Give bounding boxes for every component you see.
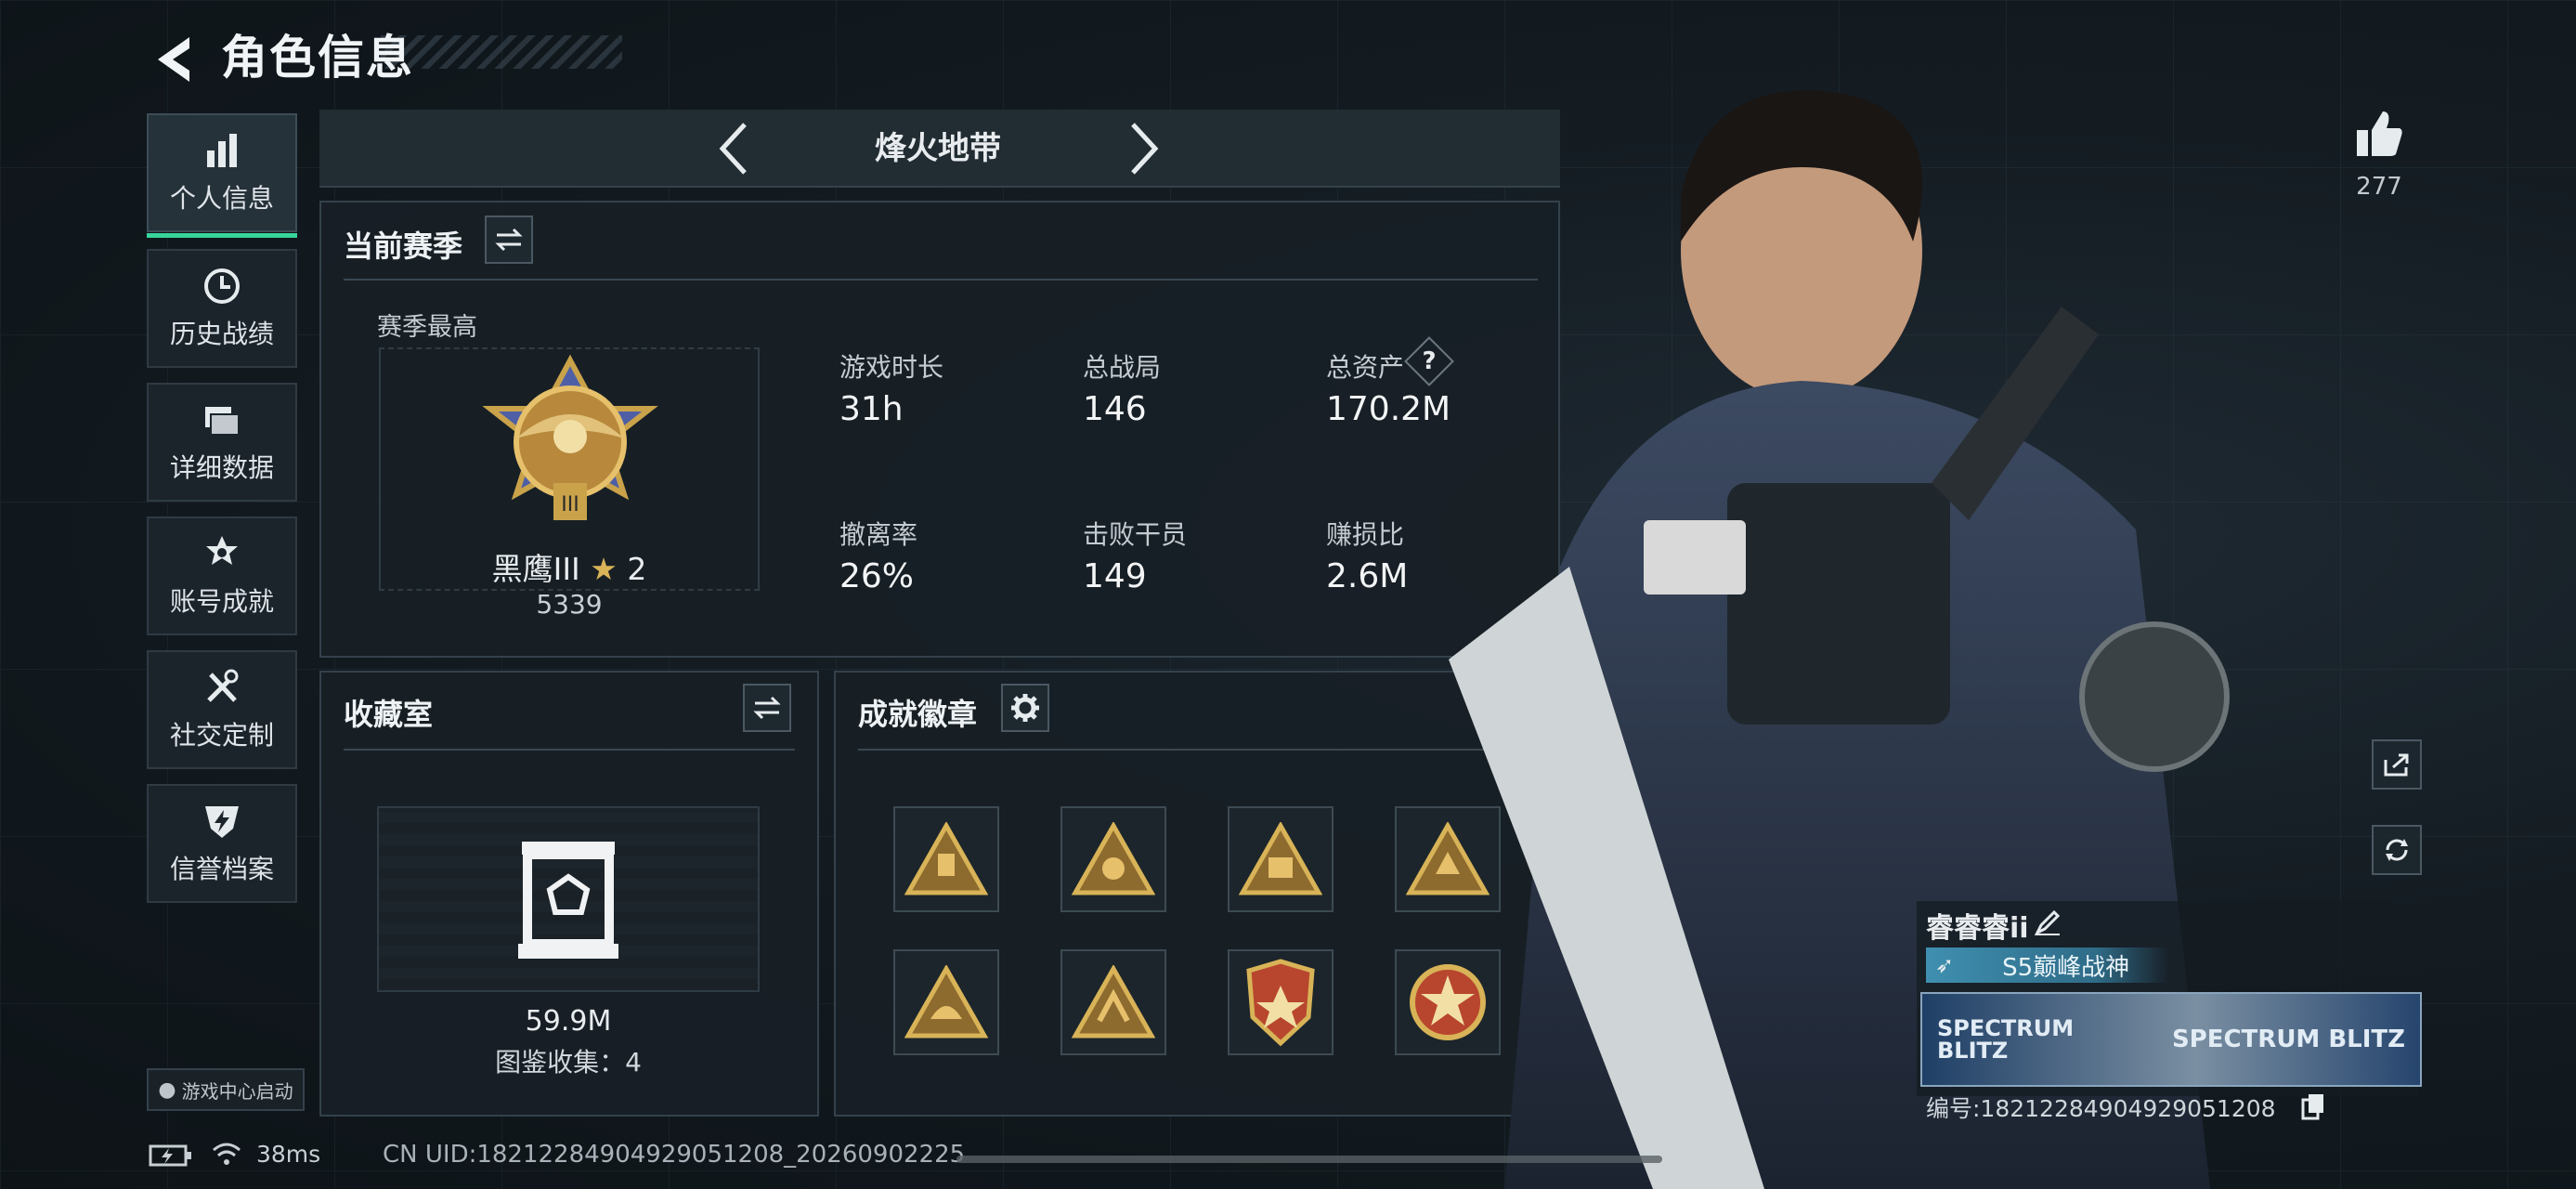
sidebar-item-label: 信誉档案: [169, 854, 274, 884]
season-best-label: 赛季最高: [377, 313, 477, 342]
shield-badge-icon: [1246, 959, 1315, 1047]
stat-kills-value: 149: [1083, 557, 1147, 595]
season-title: 当前赛季: [344, 229, 463, 264]
share-button[interactable]: [2372, 739, 2422, 790]
stat-playtime-value: 31h: [839, 390, 904, 428]
chevron-right-icon[interactable]: [1125, 121, 1163, 176]
stat-playtime-label: 游戏时长: [839, 352, 944, 383]
tools-icon: [207, 669, 239, 702]
achievement-badge[interactable]: [1060, 806, 1166, 912]
medal-icon: [206, 536, 238, 565]
swap-season-button[interactable]: [485, 216, 533, 264]
svg-text:III: III: [561, 493, 579, 516]
player-id: 编号:18212284904929051208: [1926, 1095, 2276, 1122]
achievement-badge[interactable]: [893, 806, 999, 912]
mode-label: 烽火地带: [875, 130, 1001, 167]
stat-kills-label: 击败干员: [1083, 519, 1188, 550]
achievement-title: 成就徽章: [858, 697, 978, 732]
achievement-badge[interactable]: [893, 949, 999, 1055]
achievement-badge[interactable]: [1228, 806, 1334, 912]
sidebar-item-social[interactable]: 社交定制: [147, 650, 297, 769]
sidebar-item-detailed-data[interactable]: 详细数据: [147, 383, 297, 502]
folder-icon: [205, 407, 240, 436]
triangle-badge-icon: [904, 822, 988, 895]
player-banner[interactable]: SPECTRUM BLITZ SPECTRUM BLITZ: [1920, 992, 2422, 1087]
battery-icon: [149, 1144, 191, 1167]
like-count: 277: [2356, 173, 2402, 201]
sidebar-item-label: 账号成就: [169, 586, 274, 617]
back-arrow-icon[interactable]: [149, 32, 204, 87]
player-title: S5巅峰战神: [2002, 953, 2130, 982]
stat-extract-rate-label: 撤离率: [839, 519, 918, 550]
home-indicator[interactable]: [956, 1156, 1662, 1163]
triangle-badge-icon: [904, 965, 988, 1039]
sidebar-item-history[interactable]: 历史战绩: [147, 249, 297, 368]
catalog-count: 图鉴收集：4: [495, 1047, 642, 1078]
title-decoration: [381, 35, 622, 69]
triangle-badge-icon: [1239, 822, 1322, 895]
star-icon: ★: [590, 551, 618, 587]
page-title: 角色信息: [221, 31, 414, 85]
swap-icon: [753, 696, 781, 720]
stat-assets-label: 总资产: [1326, 352, 1405, 383]
game-center-launch-button[interactable]: ● 游戏中心启动: [147, 1068, 305, 1111]
stat-profit-ratio-label: 赚损比: [1326, 519, 1405, 550]
sidebar-item-label: 历史战绩: [169, 319, 274, 349]
achievement-badge[interactable]: [1228, 949, 1334, 1055]
share-icon: [2384, 753, 2409, 777]
stat-matches-value: 146: [1083, 390, 1147, 428]
collection-title: 收藏室: [344, 697, 434, 732]
stat-profit-ratio-value: 2.6M: [1326, 557, 1409, 595]
ping-value: 38ms: [256, 1141, 321, 1168]
stat-matches-label: 总战局: [1083, 352, 1162, 383]
wifi-icon: [213, 1143, 241, 1165]
rank-points: 5339: [536, 589, 603, 620]
banner-text-left: SPECTRUM BLITZ: [1937, 1015, 2075, 1064]
clock-icon: [204, 268, 240, 304]
achievement-settings-button[interactable]: [1001, 684, 1049, 732]
shield-lightning-icon: [205, 806, 239, 838]
sidebar-item-label: 社交定制: [169, 720, 274, 751]
chevron-left-icon[interactable]: [715, 121, 752, 176]
swap-icon: [495, 228, 523, 252]
sidebar-item-reputation[interactable]: 信誉档案: [147, 784, 297, 903]
gear-icon: [1011, 694, 1039, 722]
refresh-button[interactable]: [2372, 825, 2422, 875]
stat-assets-value: 170.2M: [1326, 390, 1451, 428]
refresh-icon: [2386, 839, 2408, 861]
display-case-icon: [518, 842, 618, 959]
swap-collection-button[interactable]: [743, 684, 791, 732]
copy-icon[interactable]: [2301, 1092, 2327, 1120]
rank-emblem-icon: III: [482, 354, 658, 520]
player-title-bar: ➶ S5巅峰战神: [1926, 947, 2169, 983]
edit-icon[interactable]: [2034, 908, 2062, 936]
collection-value: 59.9M: [525, 1005, 612, 1038]
sidebar-item-achievements[interactable]: 账号成就: [147, 516, 297, 635]
player-name: 睿睿睿ii: [1926, 912, 2029, 945]
banner-text-right: SPECTRUM BLITZ: [2171, 1026, 2405, 1053]
sidebar-item-label: 详细数据: [169, 452, 274, 483]
uid-line: CN UID:18212284904929051208_20260902225: [383, 1141, 966, 1169]
game-center-label: 游戏中心启动: [181, 1079, 293, 1103]
help-icon: ?: [1422, 347, 1437, 375]
triangle-badge-icon: [1072, 965, 1155, 1039]
thumbs-up-icon[interactable]: [2353, 108, 2405, 160]
sidebar-item-personal-info[interactable]: 个人信息: [147, 113, 297, 238]
achievement-badge[interactable]: [1060, 949, 1166, 1055]
sniper-icon: ➶: [1935, 952, 1955, 978]
rank-name: 黑鹰III ★ 2: [491, 551, 647, 587]
sidebar-item-label: 个人信息: [169, 183, 274, 214]
bar-chart-icon: [207, 134, 237, 167]
user-icon: ●: [158, 1078, 176, 1102]
triangle-badge-icon: [1072, 822, 1155, 895]
stat-extract-rate-value: 26%: [839, 557, 915, 595]
